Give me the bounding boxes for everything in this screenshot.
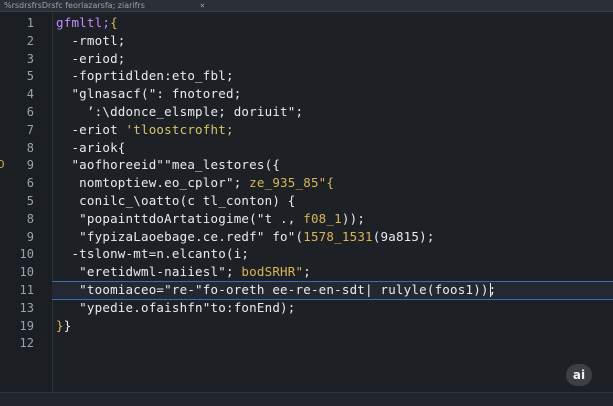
- code-token: }: [56, 317, 64, 333]
- line-number: 5: [26, 194, 34, 208]
- code-token: conilc_\oatto(c tl_conton) {: [56, 193, 296, 208]
- code-line[interactable]: gfmltl;{: [56, 15, 118, 31]
- code-token: "aofhoreeid""mea_lestores({: [56, 157, 281, 173]
- line-number: 7: [26, 122, 34, 137]
- code-token: "toomiaceo="re-"fo-oreth ee-re-en-sdt|: [56, 282, 381, 297]
- line-number: 6: [26, 176, 34, 191]
- line-number: 9: [26, 158, 34, 173]
- code-token: nomtoptiew.eo_cplor";: [56, 175, 250, 191]
- code-line[interactable]: -foprtidlden:eto_fbl;: [56, 68, 234, 84]
- code-line[interactable]: }}: [56, 318, 71, 334]
- code-token: -ariok{: [56, 139, 126, 155]
- code-line[interactable]: -eriot 'tloostcrofht;: [56, 122, 234, 138]
- code-token: ’:\ddonce_elsmple; doriuit";: [56, 104, 304, 119]
- code-line[interactable]: conilc_\oatto(c tl_conton) {: [56, 193, 296, 209]
- code-line[interactable]: -eriod;: [56, 51, 126, 67]
- code-token: 'tloostcrofht;: [125, 121, 234, 137]
- code-token: ;: [303, 264, 311, 280]
- code-line[interactable]: "glnasacf(": fnotored;: [56, 86, 241, 102]
- line-number-gutter: 1 2 3 5 4 6 7 8 9 6 5 8 9 10 10 11 13 19 12: [0, 12, 53, 392]
- line-number: 6: [26, 105, 34, 119]
- line-number: 9: [26, 229, 34, 244]
- code-token: -eriod;: [56, 50, 126, 66]
- line-number: 13: [19, 300, 34, 315]
- code-token: 1578_1531: [303, 228, 373, 244]
- text-caret: [490, 283, 491, 297]
- line-number: 19: [19, 318, 34, 333]
- code-token: f08_1: [303, 210, 342, 226]
- line-number: 10: [19, 247, 34, 262]
- line-number: 2: [26, 33, 34, 48]
- code-token: "ypedie.ofaishfn"to:fonEnd);: [56, 299, 296, 315]
- code-line[interactable]: "toomiaceo="re-"fo-oreth ee-re-en-sdt| r…: [56, 282, 496, 298]
- line-number: 1: [26, 16, 34, 30]
- code-token: -foprtidlden:eto_fbl;: [56, 68, 234, 84]
- code-token: -eriot: [56, 121, 126, 137]
- code-token: "fypizaLaoebage.ce.redf" fo"(: [56, 228, 304, 244]
- code-token: {: [110, 15, 118, 30]
- code-line[interactable]: nomtoptiew.eo_cplor"; ze_935_85"{: [56, 175, 334, 191]
- window-title: %rsdrsfrsDrsfc feorlazarsfa; ziarifrs: [4, 1, 145, 10]
- code-line[interactable]: ’:\ddonce_elsmple; doriuit";: [56, 104, 303, 120]
- code-token: (9a815);: [372, 228, 435, 244]
- code-line[interactable]: -rmotl;: [56, 33, 126, 49]
- line-number: 12: [19, 336, 34, 351]
- code-token: "eretidwml-naiiesl";: [56, 264, 242, 280]
- code-line[interactable]: -tslonw-mt=n.elcanto(i;: [56, 246, 249, 262]
- code-token: "glnasacf(": fnotored;: [56, 86, 242, 102]
- close-icon[interactable]: ×: [200, 0, 205, 11]
- code-token: ze_935_85"{: [249, 175, 335, 191]
- line-number: 3: [26, 51, 34, 66]
- code-line[interactable]: "aofhoreeid""mea_lestores({: [56, 157, 280, 173]
- fold-marker-icon[interactable]: D: [0, 157, 5, 173]
- code-token: -rmotl;: [56, 32, 126, 48]
- line-number: 11: [19, 283, 34, 297]
- title-bar: %rsdrsfrsDrsfc feorlazarsfa; ziarifrs ×: [0, 0, 613, 12]
- line-number: 10: [19, 265, 34, 280]
- code-line[interactable]: "ypedie.ofaishfn"to:fonEnd);: [56, 300, 296, 316]
- code-editor[interactable]: 1 2 3 5 4 6 7 8 9 6 5 8 9 10 10 11 13 19 12 gfmltl;{ -rmot…: [0, 12, 613, 392]
- line-number: 8: [26, 211, 34, 226]
- ai-badge[interactable]: ai: [566, 364, 592, 386]
- code-line[interactable]: "eretidwml-naiiesl"; bodSRHR";: [56, 264, 311, 280]
- code-line[interactable]: "popainttdoArtatiogime("t ., f08_1));: [56, 211, 365, 227]
- code-token: gfmltl;: [56, 15, 111, 30]
- code-token: ));: [341, 210, 366, 226]
- code-token: "popainttdoArtatiogime("t .,: [56, 210, 304, 226]
- line-number: 8: [26, 140, 34, 155]
- line-number: 4: [26, 87, 34, 102]
- line-number: 5: [26, 69, 34, 84]
- code-line[interactable]: -ariok{: [56, 140, 126, 156]
- code-token: bodSRHR": [241, 264, 304, 280]
- code-token: }: [63, 317, 72, 333]
- code-token: rulyle(foos1));: [380, 282, 497, 297]
- code-line[interactable]: "fypizaLaoebage.ce.redf" fo"(1578_1531(9…: [56, 229, 435, 245]
- status-bar: [0, 392, 613, 406]
- code-token: -tslonw-mt=n.elcanto(i;: [56, 246, 250, 262]
